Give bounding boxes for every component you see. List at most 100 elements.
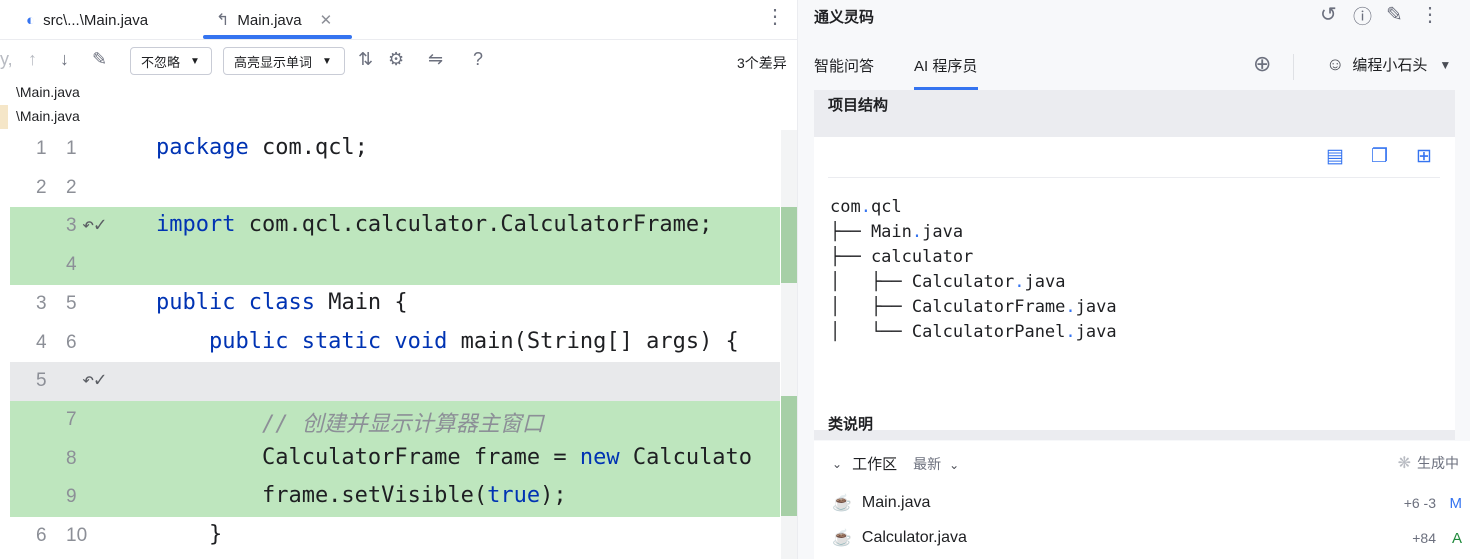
code-text: public static void main(String[] args) {	[156, 329, 739, 354]
right-line-number: 2	[66, 176, 77, 198]
revert-accept-icon[interactable]: ↶✓	[82, 212, 106, 236]
code-line: 9 frame.setVisible(true);	[10, 478, 780, 517]
line-gutter: 8	[10, 440, 153, 479]
gear-icon[interactable]: ⚙	[388, 49, 404, 70]
tree-line: ├── Main.java	[830, 220, 1117, 245]
code-line: 4	[10, 246, 780, 285]
keyword-token: new	[579, 444, 620, 470]
right-line-number: 3	[66, 215, 77, 237]
right-file-path: \Main.java	[16, 108, 80, 124]
ignore-select-value: 不忽略	[141, 54, 181, 70]
tree-line: ├── calculator	[830, 245, 1117, 270]
tab-label: src\...\Main.java	[43, 11, 149, 29]
history-icon[interactable]: ↺	[1320, 2, 1337, 27]
tab-src-main-java[interactable]: ◐ src\...\Main.java	[26, 0, 148, 40]
tab-main-java[interactable]: ↰ Main.java ✕	[216, 0, 332, 40]
file-status-badge: A	[1451, 529, 1462, 547]
more-vertical-icon[interactable]: ⋮	[1420, 2, 1440, 27]
diff-code-area[interactable]: 1 1 package com.qcl; 2 2 3 ↶✓ import com.qcl.ca…	[10, 130, 797, 559]
left-line-number: 5	[36, 370, 47, 392]
tree-token: ├── calculator	[830, 247, 974, 267]
tree-token: .	[911, 222, 923, 242]
line-gutter: 3 ↶✓	[10, 207, 153, 246]
collapse-icon[interactable]: y,	[0, 49, 13, 70]
chevron-down-icon: ⌄	[949, 457, 960, 472]
close-icon[interactable]: ✕	[320, 11, 333, 29]
left-line-number: 2	[36, 176, 47, 198]
diff-icon: ◐	[26, 11, 36, 29]
keyword-token: public class	[156, 289, 315, 315]
code-token: );	[540, 483, 567, 509]
left-line-number: 4	[36, 331, 47, 353]
keyword-token: public static void	[156, 328, 448, 354]
new-file-icon[interactable]: ⊞	[1416, 145, 1432, 168]
left-line-number: 3	[36, 292, 47, 314]
comment-token: // 创建并显示计算器主窗口	[156, 411, 544, 437]
collapse-unchanged-icon[interactable]: ⇅	[358, 49, 373, 70]
user-menu[interactable]: ☺ 编程小石头 ▼	[1326, 54, 1451, 75]
workspace-header[interactable]: ⌄ 工作区 最新 ⌄	[832, 453, 959, 474]
workspace-file-main[interactable]: ☕ Main.java +6 -3 M	[832, 488, 1462, 518]
editor-tab-bar: ◐ src\...\Main.java ↰ Main.java ✕ ⋮	[0, 0, 797, 40]
line-gutter: 11	[10, 130, 153, 169]
workspace-label: 工作区	[852, 456, 898, 473]
chevron-down-icon: ▼	[190, 55, 200, 67]
code-text: }	[156, 522, 222, 547]
sort-select[interactable]: 最新 ⌄	[913, 454, 959, 474]
line-gutter: 22	[10, 169, 153, 208]
line-gutter: 46	[10, 324, 153, 363]
tree-token: qcl	[870, 197, 902, 217]
panel-title: 通义灵码	[814, 9, 875, 26]
highlight-words-select[interactable]: 高亮显示单词 ▼	[223, 47, 345, 75]
edit-icon[interactable]: ✎	[1386, 2, 1403, 27]
code-text: public class Main {	[156, 290, 408, 315]
tab-ai-programmer[interactable]: AI 程序员	[914, 55, 977, 76]
code-token: main(String[] args) {	[447, 328, 739, 354]
add-circle-icon[interactable]: ⊕	[1253, 51, 1271, 77]
tree-token: .	[1065, 297, 1076, 317]
revert-accept-icon[interactable]: ↶✓	[82, 367, 106, 391]
code-text: // 创建并显示计算器主窗口	[156, 406, 544, 438]
edit-icon[interactable]: ✎	[92, 49, 107, 70]
right-line-number: 9	[66, 486, 77, 508]
loading-spinner-icon: ❋	[1397, 455, 1411, 472]
change-marker	[781, 207, 797, 283]
insert-icon[interactable]: ▤	[1326, 145, 1344, 168]
divider	[828, 177, 1440, 178]
sync-scroll-icon[interactable]: ⇋	[428, 49, 443, 70]
code-token: frame.setVisible(	[156, 483, 488, 509]
tree-line: │ └── CalculatorPanel.java	[830, 320, 1117, 345]
project-structure-heading: 项目结构	[828, 97, 889, 114]
code-text: frame.setVisible(true);	[156, 483, 567, 508]
code-line: 7 // 创建并显示计算器主窗口	[10, 400, 780, 440]
tree-line: com.qcl	[830, 195, 1117, 220]
divider	[1293, 54, 1294, 80]
tree-token: │ └── CalculatorPanel	[830, 322, 1066, 342]
copy-icon[interactable]: ❐	[1371, 145, 1388, 168]
ignore-whitespace-select[interactable]: 不忽略 ▼	[130, 47, 212, 75]
tree-token: ├── Main	[830, 222, 912, 242]
arrow-down-icon[interactable]: ↓	[60, 49, 69, 70]
workspace-file-calculator[interactable]: ☕ Calculator.java +84 A	[832, 523, 1462, 553]
file-name: Calculator.java	[861, 529, 967, 546]
arrow-up-icon[interactable]: ↑	[28, 49, 37, 70]
project-structure-body: ▤ ❐ ⊞ com.qcl ├── Main.java ├── calculator…	[814, 137, 1455, 430]
tree-line: │ ├── Calculator.java	[830, 270, 1117, 295]
tree-token: │ ├── Calculator	[830, 272, 1015, 292]
line-gutter: 7	[10, 401, 153, 440]
project-tree: com.qcl ├── Main.java ├── calculator │ ├── …	[830, 195, 1117, 345]
more-vertical-icon[interactable]: ⋮	[765, 4, 785, 29]
tree-token: java	[1024, 272, 1066, 292]
tree-token: .	[860, 197, 871, 217]
code-token: com.qcl;	[248, 135, 368, 160]
tree-token: com	[830, 197, 861, 217]
active-tab-indicator	[203, 35, 352, 39]
line-gutter: 4	[10, 246, 153, 285]
workspace-panel: ⌄ 工作区 最新 ⌄ ❋ 生成中 ☕ Main.java +6 -3 M ☕ Ca…	[814, 441, 1470, 559]
help-icon[interactable]: ?	[473, 49, 483, 70]
tab-smart-qa[interactable]: 智能问答	[814, 55, 874, 76]
class-description-heading: 类说明	[828, 416, 874, 433]
project-structure-card: 项目结构 ▤ ❐ ⊞ com.qcl ├── Main.java ├── calcu…	[814, 90, 1455, 440]
left-file-path: \Main.java	[16, 84, 80, 100]
help-icon[interactable]: ⓘ	[1353, 2, 1372, 29]
